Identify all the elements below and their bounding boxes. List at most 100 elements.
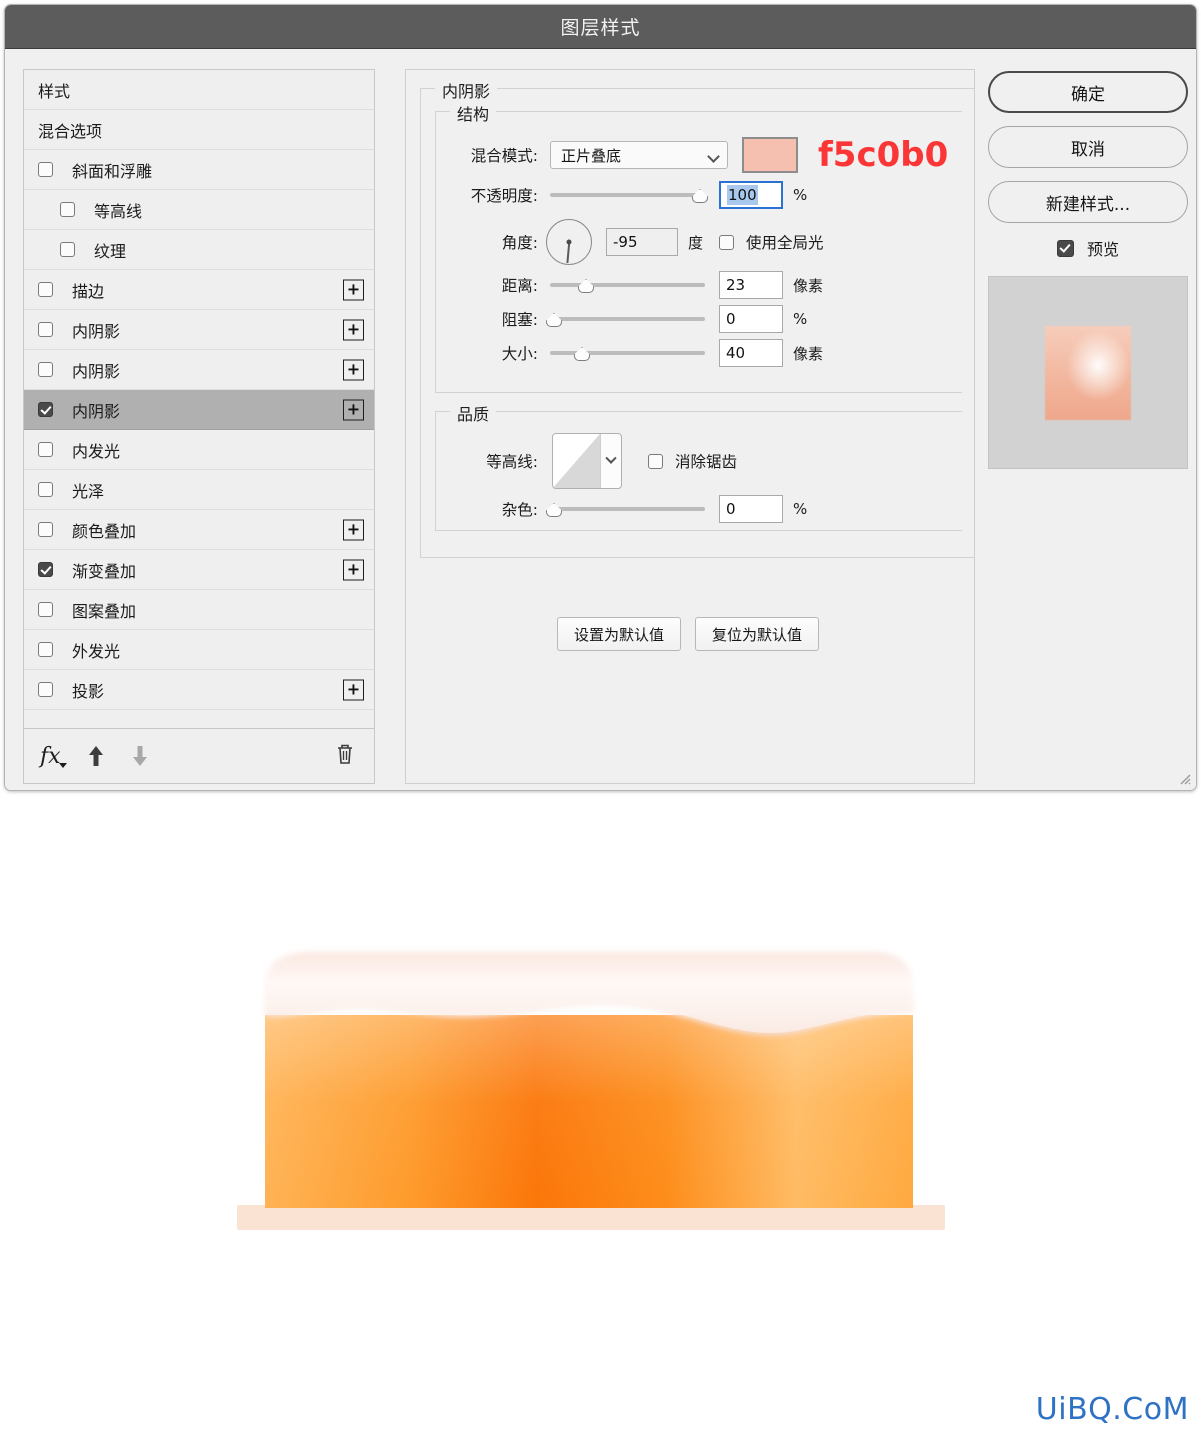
choke-slider-thumb[interactable] bbox=[546, 313, 562, 327]
effect-toggle-wrap bbox=[60, 242, 82, 257]
site-watermark: UiBQ.CoM bbox=[1035, 1392, 1189, 1427]
arrow-down-icon[interactable] bbox=[131, 744, 149, 768]
effect-checkbox[interactable] bbox=[38, 682, 53, 697]
sidebar-item-12[interactable]: 渐变叠加 + bbox=[24, 550, 374, 590]
effect-checkbox[interactable] bbox=[38, 402, 53, 417]
size-slider[interactable] bbox=[550, 343, 705, 363]
distance-row: 距离: 23 像素 bbox=[436, 268, 962, 302]
chevron-down-icon[interactable] bbox=[601, 434, 621, 488]
antialias-row[interactable]: 消除锯齿 bbox=[648, 450, 737, 472]
sidebar-item-10[interactable]: 光泽 bbox=[24, 470, 374, 510]
effect-toggle-wrap bbox=[38, 362, 60, 377]
effect-checkbox[interactable] bbox=[38, 162, 53, 177]
blend-mode-select[interactable]: 正片叠底 bbox=[550, 141, 728, 169]
add-effect-button[interactable]: + bbox=[343, 279, 364, 300]
effect-checkbox[interactable] bbox=[38, 362, 53, 377]
sidebar-item-1[interactable]: 混合选项 bbox=[24, 110, 374, 150]
size-slider-thumb[interactable] bbox=[574, 347, 590, 361]
angle-unit: 度 bbox=[688, 233, 704, 252]
styles-sidebar: 样式 混合选项 斜面和浮雕 等高线 纹理 描边 + 内阴影 + 内阴影 + 内阴影 + 内发光 光泽 颜色叠加… bbox=[23, 69, 375, 784]
effect-checkbox[interactable] bbox=[38, 322, 53, 337]
noise-row: 杂色: 0 % bbox=[436, 492, 962, 526]
sidebar-item-5[interactable]: 描边 + bbox=[24, 270, 374, 310]
choke-slider[interactable] bbox=[546, 309, 705, 329]
sidebar-item-4[interactable]: 纹理 bbox=[24, 230, 374, 270]
opacity-slider[interactable] bbox=[550, 185, 708, 205]
effect-checkbox[interactable] bbox=[38, 282, 53, 297]
angle-input[interactable]: -95 bbox=[606, 228, 678, 256]
distance-slider-track bbox=[550, 283, 705, 287]
sidebar-item-6[interactable]: 内阴影 + bbox=[24, 310, 374, 350]
add-effect-button[interactable]: + bbox=[343, 679, 364, 700]
sidebar-item-13[interactable]: 图案叠加 bbox=[24, 590, 374, 630]
sidebar-item-0[interactable]: 样式 bbox=[24, 70, 374, 110]
add-effect-button[interactable]: + bbox=[343, 359, 364, 380]
styles-list[interactable]: 样式 混合选项 斜面和浮雕 等高线 纹理 描边 + 内阴影 + 内阴影 + 内阴影 + 内发光 光泽 颜色叠加… bbox=[24, 70, 374, 729]
effect-toggle-wrap bbox=[38, 442, 60, 457]
arrow-up-icon[interactable] bbox=[87, 744, 105, 768]
distance-slider-thumb[interactable] bbox=[578, 279, 594, 293]
effect-checkbox[interactable] bbox=[60, 242, 75, 257]
sidebar-item-label: 颜色叠加 bbox=[72, 521, 137, 541]
add-effect-button[interactable]: + bbox=[343, 519, 364, 540]
blend-mode-row: 混合模式: 正片叠底 f5c0b0 bbox=[436, 135, 962, 175]
add-effect-button[interactable]: + bbox=[343, 399, 364, 420]
page-title: 图层样式 bbox=[560, 17, 641, 39]
contour-curve-icon bbox=[553, 434, 601, 488]
resize-grip[interactable] bbox=[1175, 769, 1191, 785]
effect-checkbox[interactable] bbox=[38, 522, 53, 537]
effect-checkbox[interactable] bbox=[38, 442, 53, 457]
effect-toggle-wrap bbox=[38, 322, 60, 337]
preview-toggle-row[interactable]: 预览 bbox=[988, 236, 1188, 260]
new-style-button[interactable]: 新建样式... bbox=[988, 181, 1188, 223]
sidebar-item-7[interactable]: 内阴影 + bbox=[24, 350, 374, 390]
angle-label: 角度: bbox=[501, 234, 538, 252]
noise-slider[interactable] bbox=[546, 499, 705, 519]
distance-slider[interactable] bbox=[550, 275, 705, 295]
opacity-slider-thumb[interactable] bbox=[692, 189, 708, 203]
shadow-color-swatch[interactable] bbox=[742, 137, 798, 173]
sidebar-item-3[interactable]: 等高线 bbox=[24, 190, 374, 230]
sidebar-item-8[interactable]: 内阴影 + bbox=[24, 390, 374, 430]
sidebar-item-label: 描边 bbox=[72, 281, 105, 301]
ok-button[interactable]: 确定 bbox=[988, 71, 1188, 113]
opacity-slider-track bbox=[550, 193, 705, 197]
size-unit: 像素 bbox=[793, 344, 824, 363]
noise-input[interactable]: 0 bbox=[719, 495, 783, 523]
preview-checkbox[interactable] bbox=[1056, 239, 1074, 257]
sidebar-item-9[interactable]: 内发光 bbox=[24, 430, 374, 470]
use-global-light-row[interactable]: 使用全局光 bbox=[719, 231, 824, 253]
sidebar-item-14[interactable]: 外发光 bbox=[24, 630, 374, 670]
use-global-light-checkbox[interactable] bbox=[719, 234, 735, 250]
effect-checkbox[interactable] bbox=[60, 202, 75, 217]
effect-settings-panel: 内阴影 结构 混合模式: 正片叠底 f5c0b0 不透明度: 100 % 角度:… bbox=[405, 69, 975, 784]
opacity-input[interactable]: 100 bbox=[719, 181, 783, 209]
sidebar-item-15[interactable]: 投影 + bbox=[24, 670, 374, 710]
set-default-button[interactable]: 设置为默认值 bbox=[557, 617, 682, 651]
effect-checkbox[interactable] bbox=[38, 562, 53, 577]
add-effect-button[interactable]: + bbox=[343, 559, 364, 580]
angle-dial[interactable] bbox=[546, 219, 592, 265]
effect-checkbox[interactable] bbox=[38, 602, 53, 617]
effect-checkbox[interactable] bbox=[38, 642, 53, 657]
opacity-input-value: 100 bbox=[727, 185, 758, 205]
distance-input[interactable]: 23 bbox=[719, 271, 783, 299]
antialias-checkbox[interactable] bbox=[648, 453, 663, 469]
sidebar-item-2[interactable]: 斜面和浮雕 bbox=[24, 150, 374, 190]
preview-sample-shape bbox=[1045, 325, 1131, 420]
sidebar-item-label: 内发光 bbox=[72, 441, 121, 461]
sidebar-item-label: 斜面和浮雕 bbox=[72, 161, 153, 181]
size-input[interactable]: 40 bbox=[719, 339, 783, 367]
noise-slider-thumb[interactable] bbox=[546, 503, 562, 517]
fx-icon[interactable]: fx bbox=[40, 744, 67, 769]
contour-preset-select[interactable] bbox=[552, 433, 622, 489]
reset-default-button[interactable]: 复位为默认值 bbox=[695, 617, 820, 651]
effect-checkbox[interactable] bbox=[38, 482, 53, 497]
sidebar-item-label: 内阴影 bbox=[72, 401, 121, 421]
trash-icon[interactable] bbox=[334, 742, 356, 770]
sidebar-item-11[interactable]: 颜色叠加 + bbox=[24, 510, 374, 550]
opacity-unit: % bbox=[793, 186, 808, 204]
cancel-button[interactable]: 取消 bbox=[988, 126, 1188, 168]
choke-input[interactable]: 0 bbox=[719, 305, 783, 333]
add-effect-button[interactable]: + bbox=[343, 319, 364, 340]
